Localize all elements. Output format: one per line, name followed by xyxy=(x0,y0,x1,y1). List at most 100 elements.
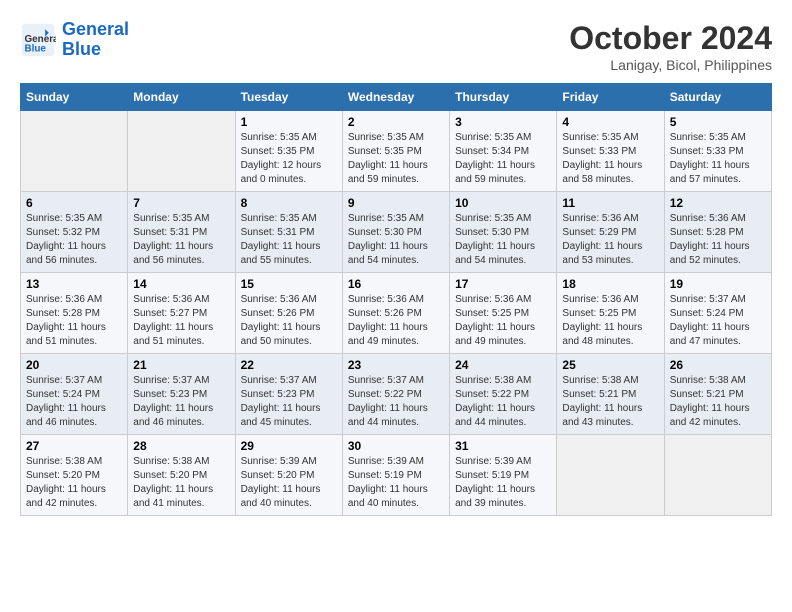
day-number: 4 xyxy=(562,115,658,129)
calendar-cell: 1 Sunrise: 5:35 AMSunset: 5:35 PMDaylight… xyxy=(235,111,342,192)
calendar-cell: 13Sunrise: 5:36 AMSunset: 5:28 PMDayligh… xyxy=(21,273,128,354)
day-number: 27 xyxy=(26,439,122,453)
col-header-saturday: Saturday xyxy=(664,84,771,111)
day-info: Sunrise: 5:35 AMSunset: 5:34 PMDaylight:… xyxy=(455,131,551,187)
day-number: 23 xyxy=(348,358,444,372)
day-info: Sunrise: 5:36 AMSunset: 5:27 PMDaylight:… xyxy=(133,293,229,349)
month-title: October 2024 xyxy=(569,20,772,57)
day-number: 12 xyxy=(670,196,766,210)
day-info: Sunrise: 5:38 AMSunset: 5:21 PMDaylight:… xyxy=(562,374,658,430)
day-info: Sunrise: 5:35 AMSunset: 5:30 PMDaylight:… xyxy=(348,212,444,268)
day-number: 24 xyxy=(455,358,551,372)
col-header-tuesday: Tuesday xyxy=(235,84,342,111)
day-number: 9 xyxy=(348,196,444,210)
day-number: 13 xyxy=(26,277,122,291)
calendar-cell: 15 Sunrise: 5:36 AMSunset: 5:26 PMDayligh… xyxy=(235,273,342,354)
calendar-cell: 16Sunrise: 5:36 AMSunset: 5:26 PMDayligh… xyxy=(342,273,449,354)
calendar-cell: 14Sunrise: 5:36 AMSunset: 5:27 PMDayligh… xyxy=(128,273,235,354)
day-number: 30 xyxy=(348,439,444,453)
calendar-cell: 31Sunrise: 5:39 AMSunset: 5:19 PMDayligh… xyxy=(450,435,557,516)
day-info: Sunrise: 5:37 AMSunset: 5:24 PMDaylight:… xyxy=(670,293,766,349)
day-number: 7 xyxy=(133,196,229,210)
day-info: Sunrise: 5:37 AMSunset: 5:24 PMDaylight:… xyxy=(26,374,122,430)
col-header-sunday: Sunday xyxy=(21,84,128,111)
day-info: Sunrise: 5:36 AMSunset: 5:29 PMDaylight:… xyxy=(562,212,658,268)
day-number: 1 xyxy=(241,115,337,129)
day-number: 5 xyxy=(670,115,766,129)
day-number: 6 xyxy=(26,196,122,210)
day-info: Sunrise: 5:35 AMSunset: 5:32 PMDaylight:… xyxy=(26,212,122,268)
day-info: Sunrise: 5:37 AMSunset: 5:23 PMDaylight:… xyxy=(241,374,337,430)
calendar-cell: 3 Sunrise: 5:35 AMSunset: 5:34 PMDaylight… xyxy=(450,111,557,192)
col-header-thursday: Thursday xyxy=(450,84,557,111)
day-info: Sunrise: 5:36 AMSunset: 5:25 PMDaylight:… xyxy=(562,293,658,349)
calendar-cell: 22 Sunrise: 5:37 AMSunset: 5:23 PMDayligh… xyxy=(235,354,342,435)
day-number: 8 xyxy=(241,196,337,210)
day-info: Sunrise: 5:37 AMSunset: 5:23 PMDaylight:… xyxy=(133,374,229,430)
day-info: Sunrise: 5:35 AMSunset: 5:30 PMDaylight:… xyxy=(455,212,551,268)
day-number: 28 xyxy=(133,439,229,453)
col-header-wednesday: Wednesday xyxy=(342,84,449,111)
day-info: Sunrise: 5:35 AMSunset: 5:33 PMDaylight:… xyxy=(562,131,658,187)
week-row-5: 27 Sunrise: 5:38 AMSunset: 5:20 PMDayligh… xyxy=(21,435,772,516)
day-info: Sunrise: 5:37 AMSunset: 5:22 PMDaylight:… xyxy=(348,374,444,430)
calendar-cell: 7 Sunrise: 5:35 AMSunset: 5:31 PMDaylight… xyxy=(128,192,235,273)
day-number: 18 xyxy=(562,277,658,291)
calendar-cell: 30 Sunrise: 5:39 AMSunset: 5:19 PMDayligh… xyxy=(342,435,449,516)
calendar-cell: 9 Sunrise: 5:35 AMSunset: 5:30 PMDaylight… xyxy=(342,192,449,273)
calendar-cell xyxy=(557,435,664,516)
calendar-cell: 18 Sunrise: 5:36 AMSunset: 5:25 PMDayligh… xyxy=(557,273,664,354)
day-number: 20 xyxy=(26,358,122,372)
calendar-table: SundayMondayTuesdayWednesdayThursdayFrid… xyxy=(20,83,772,516)
col-header-friday: Friday xyxy=(557,84,664,111)
day-info: Sunrise: 5:35 AMSunset: 5:35 PMDaylight:… xyxy=(348,131,444,187)
day-number: 26 xyxy=(670,358,766,372)
day-info: Sunrise: 5:36 AMSunset: 5:25 PMDaylight:… xyxy=(455,293,551,349)
day-info: Sunrise: 5:36 AMSunset: 5:28 PMDaylight:… xyxy=(670,212,766,268)
day-info: Sunrise: 5:39 AMSunset: 5:19 PMDaylight:… xyxy=(348,455,444,511)
calendar-cell xyxy=(21,111,128,192)
day-number: 21 xyxy=(133,358,229,372)
calendar-cell: 11Sunrise: 5:36 AMSunset: 5:29 PMDayligh… xyxy=(557,192,664,273)
day-number: 10 xyxy=(455,196,551,210)
day-info: Sunrise: 5:35 AMSunset: 5:31 PMDaylight:… xyxy=(241,212,337,268)
day-info: Sunrise: 5:36 AMSunset: 5:26 PMDaylight:… xyxy=(241,293,337,349)
calendar-cell: 24Sunrise: 5:38 AMSunset: 5:22 PMDayligh… xyxy=(450,354,557,435)
day-number: 25 xyxy=(562,358,658,372)
logo-icon: General Blue xyxy=(20,22,56,58)
calendar-cell: 28Sunrise: 5:38 AMSunset: 5:20 PMDayligh… xyxy=(128,435,235,516)
calendar-cell xyxy=(128,111,235,192)
calendar-cell: 5Sunrise: 5:35 AMSunset: 5:33 PMDaylight… xyxy=(664,111,771,192)
day-info: Sunrise: 5:38 AMSunset: 5:20 PMDaylight:… xyxy=(26,455,122,511)
day-info: Sunrise: 5:39 AMSunset: 5:20 PMDaylight:… xyxy=(241,455,337,511)
day-number: 19 xyxy=(670,277,766,291)
calendar-cell: 17 Sunrise: 5:36 AMSunset: 5:25 PMDayligh… xyxy=(450,273,557,354)
calendar-cell: 25 Sunrise: 5:38 AMSunset: 5:21 PMDayligh… xyxy=(557,354,664,435)
calendar-cell: 21 Sunrise: 5:37 AMSunset: 5:23 PMDayligh… xyxy=(128,354,235,435)
calendar-cell: 4 Sunrise: 5:35 AMSunset: 5:33 PMDaylight… xyxy=(557,111,664,192)
day-number: 17 xyxy=(455,277,551,291)
day-number: 29 xyxy=(241,439,337,453)
logo: General Blue GeneralBlue xyxy=(20,20,129,60)
day-info: Sunrise: 5:35 AMSunset: 5:35 PMDaylight:… xyxy=(241,131,337,187)
day-info: Sunrise: 5:35 AMSunset: 5:31 PMDaylight:… xyxy=(133,212,229,268)
calendar-cell: 23 Sunrise: 5:37 AMSunset: 5:22 PMDayligh… xyxy=(342,354,449,435)
title-block: October 2024 Lanigay, Bicol, Philippines xyxy=(569,20,772,73)
day-number: 22 xyxy=(241,358,337,372)
day-number: 2 xyxy=(348,115,444,129)
calendar-cell: 12 Sunrise: 5:36 AMSunset: 5:28 PMDayligh… xyxy=(664,192,771,273)
day-info: Sunrise: 5:38 AMSunset: 5:21 PMDaylight:… xyxy=(670,374,766,430)
page-header: General Blue GeneralBlue October 2024 La… xyxy=(20,20,772,73)
calendar-cell: 27 Sunrise: 5:38 AMSunset: 5:20 PMDayligh… xyxy=(21,435,128,516)
day-number: 3 xyxy=(455,115,551,129)
week-row-4: 20 Sunrise: 5:37 AMSunset: 5:24 PMDayligh… xyxy=(21,354,772,435)
col-header-monday: Monday xyxy=(128,84,235,111)
calendar-cell: 19 Sunrise: 5:37 AMSunset: 5:24 PMDayligh… xyxy=(664,273,771,354)
calendar-cell: 29 Sunrise: 5:39 AMSunset: 5:20 PMDayligh… xyxy=(235,435,342,516)
calendar-cell: 20 Sunrise: 5:37 AMSunset: 5:24 PMDayligh… xyxy=(21,354,128,435)
week-row-2: 6 Sunrise: 5:35 AMSunset: 5:32 PMDaylight… xyxy=(21,192,772,273)
calendar-cell: 6 Sunrise: 5:35 AMSunset: 5:32 PMDaylight… xyxy=(21,192,128,273)
logo-text: GeneralBlue xyxy=(62,20,129,60)
calendar-cell: 8 Sunrise: 5:35 AMSunset: 5:31 PMDaylight… xyxy=(235,192,342,273)
day-number: 15 xyxy=(241,277,337,291)
